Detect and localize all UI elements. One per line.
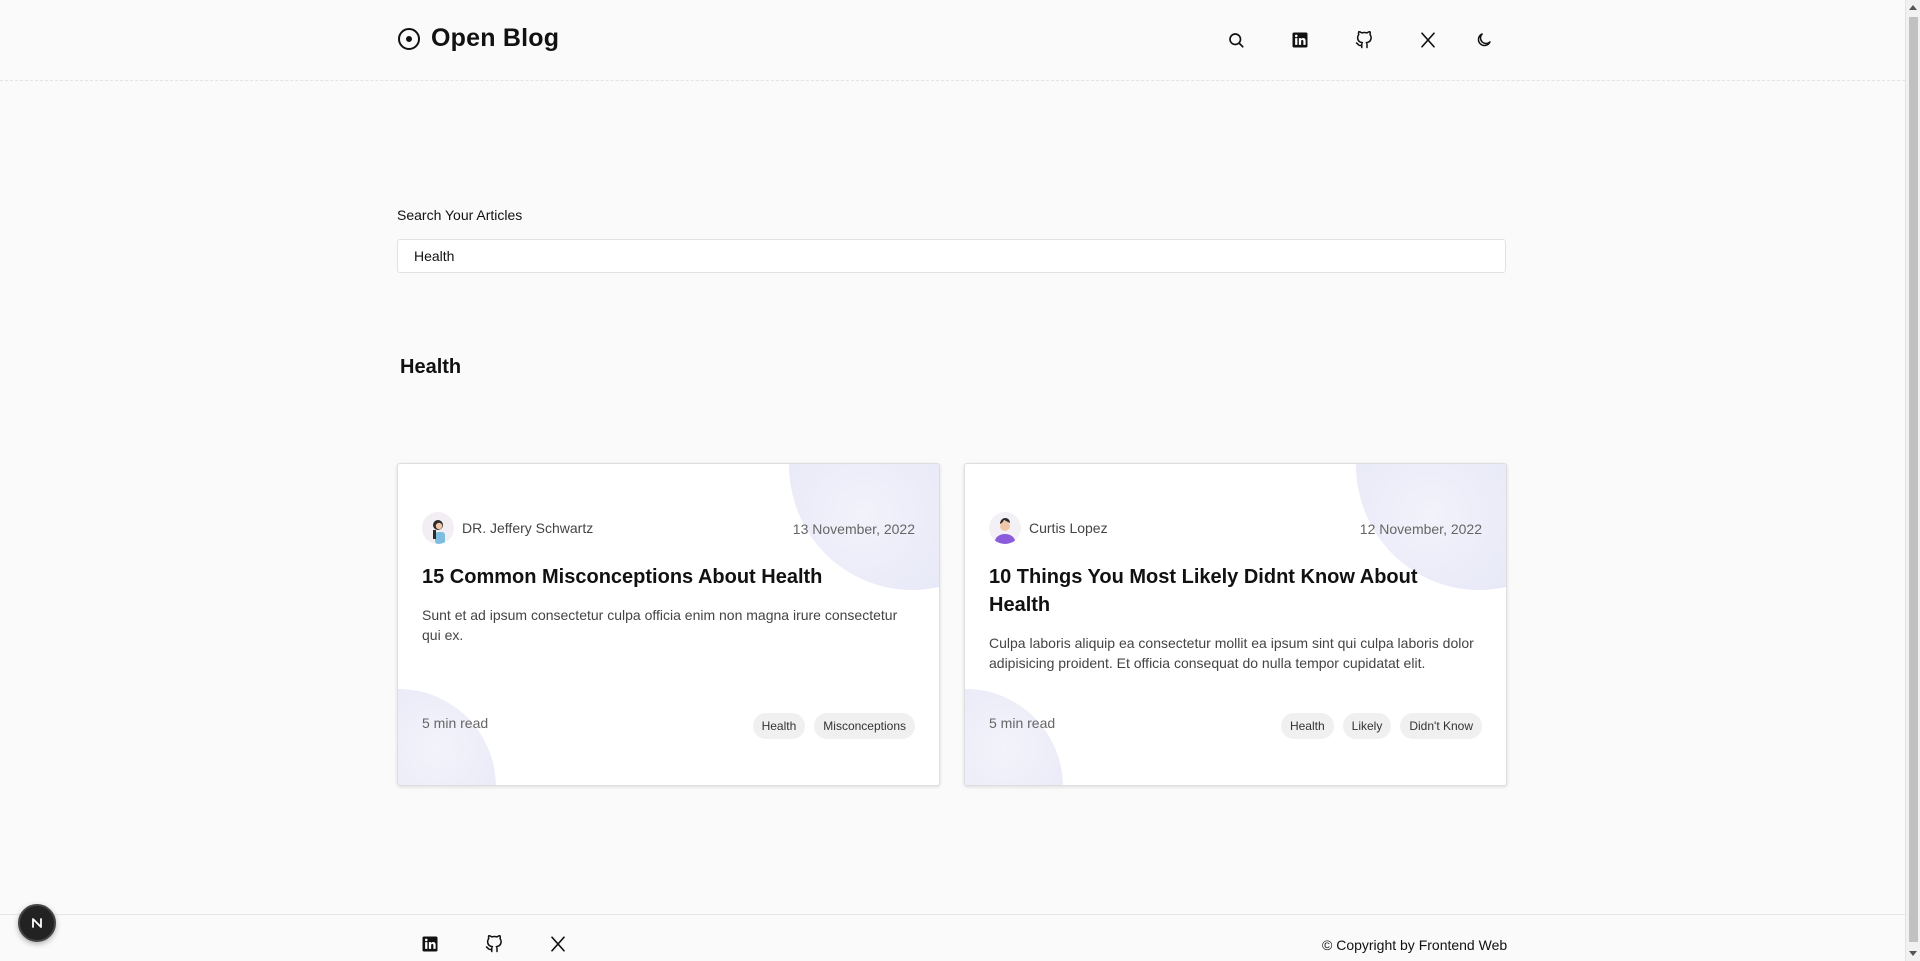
tag-list: Health Misconceptions	[752, 713, 915, 739]
article-card[interactable]: DR. Jeffery Schwartz 13 November, 2022 1…	[397, 463, 940, 786]
github-icon	[485, 935, 502, 953]
linkedin-icon	[422, 936, 438, 952]
x-icon	[551, 936, 565, 952]
footer-linkedin-link[interactable]	[419, 933, 441, 955]
article-title[interactable]: 15 Common Misconceptions About Health	[422, 563, 912, 591]
copyright-text: © Copyright by Frontend Web	[1322, 937, 1508, 953]
moon-icon	[1477, 33, 1491, 47]
avatar	[422, 512, 454, 544]
search-icon	[1229, 33, 1244, 48]
author: DR. Jeffery Schwartz	[422, 512, 593, 544]
theme-toggle-button[interactable]	[1469, 25, 1499, 55]
scroll-down-arrow-icon[interactable]	[1909, 951, 1917, 956]
x-link[interactable]	[1413, 25, 1443, 55]
nextjs-dev-badge[interactable]	[18, 904, 56, 942]
tag-didnt-know[interactable]: Didn't Know	[1400, 713, 1482, 739]
github-icon	[1355, 31, 1372, 49]
x-icon	[1421, 32, 1435, 48]
search-input[interactable]	[397, 239, 1506, 273]
article-description: Culpa laboris aliquip ea consectetur mol…	[989, 635, 1474, 671]
brand-name: Open Blog	[431, 24, 560, 52]
page: Open Blog Search Your Articles Health He…	[0, 0, 1920, 961]
tag-likely[interactable]: Likely	[1342, 713, 1392, 739]
section-title: Health	[400, 356, 462, 378]
footer-github-link[interactable]	[483, 933, 505, 955]
author: Curtis Lopez	[989, 512, 1108, 544]
tag-misconceptions[interactable]: Misconceptions	[814, 713, 915, 739]
article-title[interactable]: 10 Things You Most Likely Didnt Know Abo…	[989, 563, 1479, 619]
person-avatar-icon	[989, 512, 1021, 544]
tag-list: Health Likely Didn't Know	[1280, 713, 1482, 739]
linkedin-link[interactable]	[1285, 25, 1315, 55]
article-description: Sunt et ad ipsum consectetur culpa offic…	[422, 607, 898, 643]
read-time: 5 min read	[422, 715, 489, 731]
n-logo-icon	[32, 918, 42, 928]
post-date: 13 November, 2022	[792, 521, 915, 537]
author-name: Curtis Lopez	[1029, 520, 1108, 536]
tag-health[interactable]: Health	[1280, 713, 1334, 739]
brand-logo-link[interactable]: Open Blog	[397, 24, 559, 53]
search-button[interactable]	[1221, 25, 1251, 55]
github-link[interactable]	[1349, 25, 1379, 55]
post-date: 12 November, 2022	[1359, 521, 1482, 537]
author-name: DR. Jeffery Schwartz	[462, 520, 594, 536]
avatar	[989, 512, 1021, 544]
linkedin-icon	[1292, 32, 1308, 48]
site-footer: © Copyright by Frontend Web	[0, 914, 1905, 961]
scrollbar-thumb[interactable]	[1909, 17, 1918, 942]
disc-icon	[398, 27, 420, 50]
article-card[interactable]: Curtis Lopez 12 November, 2022 10 Things…	[964, 463, 1507, 786]
read-time: 5 min read	[989, 715, 1056, 731]
vertical-scrollbar[interactable]	[1905, 0, 1920, 961]
tag-health[interactable]: Health	[752, 713, 806, 739]
footer-x-link[interactable]	[547, 933, 569, 955]
scroll-up-arrow-icon[interactable]	[1909, 5, 1917, 10]
site-header: Open Blog	[0, 0, 1905, 81]
search-label: Search Your Articles	[397, 207, 523, 223]
doctor-avatar-icon	[422, 512, 454, 544]
